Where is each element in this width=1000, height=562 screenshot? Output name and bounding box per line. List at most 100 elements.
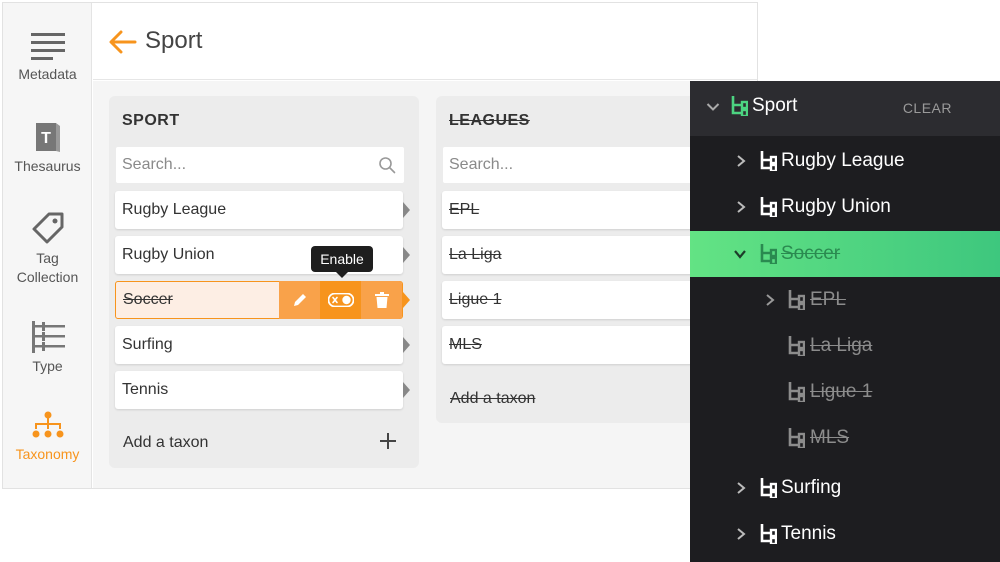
leagues-search-box xyxy=(442,146,732,184)
row-arrow-icon xyxy=(403,247,410,263)
tree-node-icon xyxy=(760,524,777,544)
clear-button[interactable]: CLEAR xyxy=(903,100,952,116)
row-label: Surfing xyxy=(122,336,173,353)
taxonomy-icon xyxy=(32,411,63,438)
tree-item-label: MLS xyxy=(810,427,850,448)
sport-column-title: SPORT xyxy=(122,112,180,129)
nav-item-type[interactable]: Type xyxy=(3,321,92,376)
row-label: Ligue 1 xyxy=(449,291,502,308)
book-icon: T xyxy=(35,123,60,152)
left-nav: Metadata T Thesaurus Tag Collection Type… xyxy=(3,3,92,488)
sport-row-tennis[interactable]: Tennis xyxy=(115,371,410,409)
leagues-add-taxon[interactable]: Add a taxon xyxy=(450,390,535,408)
tree-item-ligue-1[interactable]: Ligue 1 xyxy=(690,369,1000,415)
league-row-la-liga[interactable]: La Liga xyxy=(442,236,732,274)
toggle-icon xyxy=(327,293,354,307)
tree-node-icon xyxy=(788,382,805,402)
enable-tooltip: Enable xyxy=(311,246,373,278)
search-icon[interactable] xyxy=(378,156,396,174)
chevron-right-icon[interactable] xyxy=(764,294,776,306)
edit-button[interactable] xyxy=(279,281,320,319)
chevron-right-icon[interactable] xyxy=(735,528,747,540)
tree-item-tennis[interactable]: Tennis xyxy=(690,511,1000,557)
enable-toggle-button[interactable] xyxy=(320,281,361,319)
tree-item-soccer[interactable]: Soccer xyxy=(690,231,1000,277)
row-label: Rugby League xyxy=(122,201,227,218)
tree-node-icon xyxy=(760,244,777,264)
sport-row-surfing[interactable]: Surfing xyxy=(115,326,410,364)
row-label: EPL xyxy=(449,201,480,218)
row-label: La Liga xyxy=(449,246,502,263)
svg-text:T: T xyxy=(41,130,51,147)
tree-item-label: Rugby Union xyxy=(781,196,891,217)
leagues-column-title: LEAGUES xyxy=(449,112,530,129)
nav-label-metadata: Metadata xyxy=(18,66,77,82)
row-label: Rugby Union xyxy=(122,246,215,263)
league-row-epl[interactable]: EPL xyxy=(442,191,732,229)
tree-item-label: Surfing xyxy=(781,477,842,498)
sport-column: SPORT Rugby League Rugby Union Soccer xyxy=(109,96,419,468)
nav-item-taxonomy[interactable]: Taxonomy xyxy=(3,411,92,464)
tree-node-icon xyxy=(731,96,748,116)
chevron-down-icon[interactable] xyxy=(734,248,746,260)
nav-label-tag: Tag xyxy=(36,250,59,266)
tree-node-icon xyxy=(760,478,777,498)
nav-item-metadata[interactable]: Metadata xyxy=(3,31,92,84)
lines-icon xyxy=(30,33,65,60)
nav-item-tag-collection[interactable]: Tag Collection xyxy=(3,211,92,287)
sport-search-input[interactable] xyxy=(116,147,404,183)
sport-search-box xyxy=(115,146,405,184)
delete-button[interactable] xyxy=(361,281,402,319)
pencil-icon xyxy=(293,294,306,306)
tree-item-label: Rugby League xyxy=(781,150,905,171)
leagues-search-input[interactable] xyxy=(443,147,731,183)
sport-row-rugby-league[interactable]: Rugby League xyxy=(115,191,410,229)
tree-header: Sport CLEAR xyxy=(690,81,1000,136)
league-row-ligue-1[interactable]: Ligue 1 xyxy=(442,281,732,319)
plus-icon[interactable] xyxy=(379,432,397,450)
nav-label-thesaurus: Thesaurus xyxy=(14,158,81,174)
tree-item-label: La Liga xyxy=(810,335,873,356)
type-icon xyxy=(31,321,65,353)
row-arrow-icon xyxy=(403,337,410,353)
chevron-right-icon[interactable] xyxy=(735,482,747,494)
row-arrow-icon xyxy=(403,382,410,398)
tree-node-icon xyxy=(788,336,805,356)
nav-label-collection: Collection xyxy=(16,269,79,285)
tree-item-label: Soccer xyxy=(781,243,841,264)
league-row-mls[interactable]: MLS xyxy=(442,326,732,364)
trash-icon xyxy=(374,292,389,308)
chevron-down-icon[interactable] xyxy=(706,101,720,113)
tree-node-icon xyxy=(788,290,805,310)
tree-item-rugby-union[interactable]: Rugby Union xyxy=(690,184,1000,230)
tree-item-rugby-league[interactable]: Rugby League xyxy=(690,138,1000,184)
tree-item-la-liga[interactable]: La Liga xyxy=(690,323,1000,369)
row-label: Tennis xyxy=(122,381,169,398)
tree-item-mls[interactable]: MLS xyxy=(690,415,1000,461)
tree-node-icon xyxy=(760,151,777,171)
sport-add-taxon[interactable]: Add a taxon xyxy=(123,434,208,452)
tree-item-label: Tennis xyxy=(781,523,836,544)
row-arrow-icon xyxy=(403,292,410,308)
row-arrow-icon xyxy=(403,202,410,218)
tag-icon xyxy=(32,212,63,244)
tree-item-epl[interactable]: EPL xyxy=(690,277,1000,323)
tree-item-surfing[interactable]: Surfing xyxy=(690,465,1000,511)
tree-node-icon xyxy=(788,428,805,448)
page-title: Sport xyxy=(145,27,203,54)
row-actions xyxy=(279,281,402,319)
row-label: MLS xyxy=(449,336,482,353)
tree-item-label: EPL xyxy=(810,289,846,310)
chevron-right-icon[interactable] xyxy=(735,201,747,213)
chevron-right-icon[interactable] xyxy=(735,155,747,167)
taxonomy-tree-panel: Sport CLEAR Rugby League Rugby Union Soc… xyxy=(690,81,1000,562)
tree-root-label[interactable]: Sport xyxy=(752,95,797,117)
row-label: Soccer xyxy=(123,291,173,308)
nav-label-taxonomy: Taxonomy xyxy=(15,446,80,462)
tree-node-icon xyxy=(760,197,777,217)
back-arrow-icon[interactable] xyxy=(107,29,139,55)
nav-item-thesaurus[interactable]: T Thesaurus xyxy=(3,121,92,176)
page-header: Sport xyxy=(93,3,757,80)
nav-label-type: Type xyxy=(32,358,63,374)
sport-row-soccer[interactable]: Soccer xyxy=(115,281,410,319)
